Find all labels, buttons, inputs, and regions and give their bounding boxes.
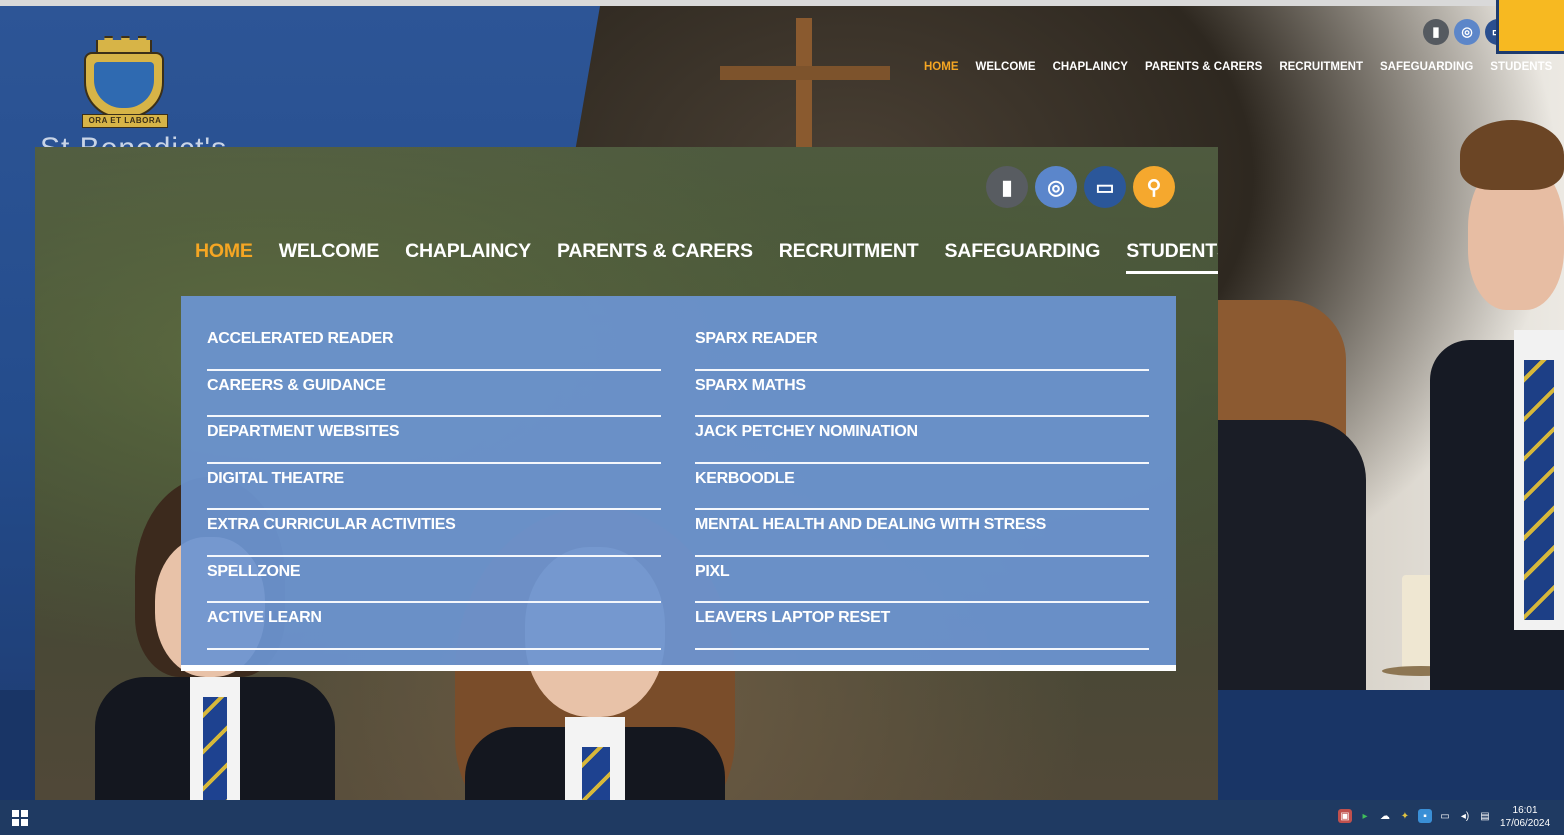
- menu-item-spellzone[interactable]: SPELLZONE: [207, 557, 661, 603]
- menu-item-sparx-reader[interactable]: SPARX READER: [695, 324, 1149, 371]
- dropdown-column-right: SPARX READER SPARX MATHS JACK PETCHEY NO…: [695, 324, 1149, 650]
- office-icon[interactable]: ▮: [986, 166, 1028, 208]
- security-icon[interactable]: ✦: [1398, 809, 1412, 823]
- windows-taskbar: ▣ ▸ ☁ ✦ ▪ ▭ ◂) ▤ 16:01 17/06/2024: [0, 800, 1564, 835]
- main-nav-zoomed: HOME WELCOME CHAPLAINCY PARENTS & CARERS…: [195, 240, 1218, 274]
- menu-item-accelerated-reader[interactable]: ACCELERATED READER: [207, 324, 661, 371]
- student-photo: [1216, 300, 1386, 690]
- students-dropdown-menu: ACCELERATED READER CAREERS & GUIDANCE DE…: [181, 296, 1176, 671]
- network-icon[interactable]: ▭: [1438, 809, 1452, 823]
- menu-item-department-websites[interactable]: DEPARTMENT WEBSITES: [207, 417, 661, 464]
- volume-icon[interactable]: ◂): [1458, 809, 1472, 823]
- nav-recruitment[interactable]: RECRUITMENT: [1279, 61, 1363, 73]
- dropdown-column-left: ACCELERATED READER CAREERS & GUIDANCE DE…: [207, 324, 661, 650]
- nav-parents-carers[interactable]: PARENTS & CARERS: [1145, 61, 1262, 73]
- menu-item-digital-theatre[interactable]: DIGITAL THEATRE: [207, 464, 661, 510]
- menu-item-extra-curricular[interactable]: EXTRA CURRICULAR ACTIVITIES: [207, 510, 661, 557]
- nav-safeguarding[interactable]: SAFEGUARDING: [945, 240, 1101, 274]
- nav-chaplaincy[interactable]: CHAPLAINCY: [405, 240, 531, 274]
- student-photo: [1420, 110, 1564, 690]
- clock-date: 17/06/2024: [1500, 818, 1551, 829]
- nav-welcome[interactable]: WELCOME: [976, 61, 1036, 73]
- nav-home[interactable]: HOME: [924, 61, 959, 73]
- chat-icon[interactable]: ▸: [1358, 809, 1372, 823]
- clock[interactable]: 16:01 17/06/2024: [1500, 804, 1550, 830]
- onedrive-icon[interactable]: ☁: [1378, 809, 1392, 823]
- nav-home[interactable]: HOME: [195, 240, 253, 274]
- menu-item-leavers-laptop-reset[interactable]: LEAVERS LAPTOP RESET: [695, 603, 1149, 650]
- nav-recruitment[interactable]: RECRUITMENT: [779, 240, 919, 274]
- menu-item-pixl[interactable]: PIXL: [695, 557, 1149, 603]
- nav-parents-carers[interactable]: PARENTS & CARERS: [557, 240, 753, 274]
- menu-item-sparx-maths[interactable]: SPARX MATHS: [695, 371, 1149, 417]
- menu-item-mental-health[interactable]: MENTAL HEALTH AND DEALING WITH STRESS: [695, 510, 1149, 557]
- teams-icon[interactable]: ▣: [1338, 809, 1352, 823]
- menu-item-careers-guidance[interactable]: CAREERS & GUIDANCE: [207, 371, 661, 417]
- contact-card-icon[interactable]: ▭: [1084, 166, 1126, 208]
- app-tray-icon[interactable]: ▪: [1418, 809, 1432, 823]
- nav-students[interactable]: STUDENTS: [1126, 240, 1218, 274]
- logo-motto: ORA ET LABORA: [82, 114, 168, 128]
- menu-item-kerboodle[interactable]: KERBOODLE: [695, 464, 1149, 510]
- crucifix-image: [720, 18, 890, 148]
- menu-item-active-learn[interactable]: ACTIVE LEARN: [207, 603, 661, 650]
- printer-icon[interactable]: ▤: [1478, 809, 1492, 823]
- nav-chaplaincy[interactable]: CHAPLAINCY: [1053, 61, 1128, 73]
- instagram-icon[interactable]: ◎: [1454, 19, 1480, 45]
- main-nav: HOME WELCOME CHAPLAINCY PARENTS & CARERS…: [924, 61, 1552, 73]
- zoomed-menu-view: ▮ ◎ ▭ ⚲ HOME WELCOME CHAPLAINCY PARENTS …: [35, 147, 1218, 835]
- search-tab[interactable]: [1496, 0, 1564, 54]
- school-logo[interactable]: ORA ET LABORA: [82, 36, 168, 130]
- menu-item-jack-petchey[interactable]: JACK PETCHEY NOMINATION: [695, 417, 1149, 464]
- instagram-icon[interactable]: ◎: [1035, 166, 1077, 208]
- nav-welcome[interactable]: WELCOME: [279, 240, 380, 274]
- clock-time: 16:01: [1512, 805, 1538, 816]
- nav-safeguarding[interactable]: SAFEGUARDING: [1380, 61, 1473, 73]
- search-icon[interactable]: ⚲: [1133, 166, 1175, 208]
- office-icon[interactable]: ▮: [1423, 19, 1449, 45]
- windows-start-icon[interactable]: [12, 810, 28, 826]
- system-tray: ▣ ▸ ☁ ✦ ▪ ▭ ◂) ▤: [1338, 809, 1492, 823]
- header-icons: ▮ ◎ ▭ ⚲: [986, 166, 1175, 208]
- nav-students[interactable]: STUDENTS: [1490, 61, 1552, 73]
